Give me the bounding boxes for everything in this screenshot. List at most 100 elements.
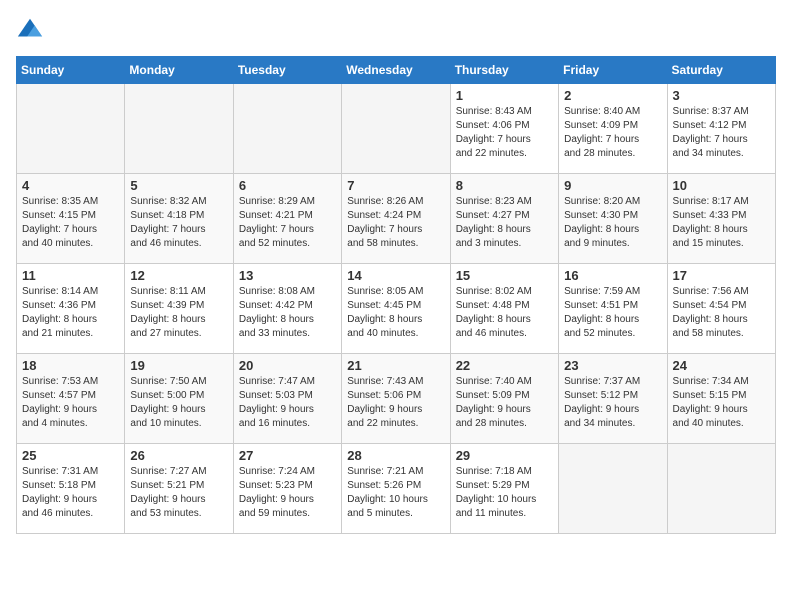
calendar-cell: 15Sunrise: 8:02 AM Sunset: 4:48 PM Dayli… <box>450 264 558 354</box>
day-number: 11 <box>22 268 119 283</box>
day-info: Sunrise: 8:08 AM Sunset: 4:42 PM Dayligh… <box>239 285 336 341</box>
logo-icon <box>16 16 44 44</box>
calendar-cell: 17 Sunrise: 7:56 AM Sunset: 4:54 PM Dayli… <box>667 264 775 354</box>
calendar-cell: 1 Sunrise: 8:43 AM Sunset: 4:06 PM Daylig… <box>450 84 558 174</box>
day-info: Sunrise: 7:21 AM Sunset: 5:26 PM Dayligh… <box>347 465 444 521</box>
calendar-cell <box>125 84 233 174</box>
header-day-saturday: Saturday <box>667 57 775 84</box>
day-info: Sunrise: 7:27 AM Sunset: 5:21 PM Dayligh… <box>130 465 227 521</box>
header-day-sunday: Sunday <box>17 57 125 84</box>
calendar-cell: 13 Sunrise: 8:08 AM Sunset: 4:42 PM Dayli… <box>233 264 341 354</box>
day-number: 1 <box>456 88 553 103</box>
calendar-cell: 23 Sunrise: 7:37 AM Sunset: 5:12 PM Dayli… <box>559 354 667 444</box>
calendar-cell: 25Sunrise: 7:31 AM Sunset: 5:18 PM Dayli… <box>17 444 125 534</box>
calendar-cell: 8 Sunrise: 8:23 AM Sunset: 4:27 PM Daylig… <box>450 174 558 264</box>
calendar-cell: 16 Sunrise: 7:59 AM Sunset: 4:51 PM Dayli… <box>559 264 667 354</box>
day-info: Sunrise: 7:53 AM Sunset: 4:57 PM Dayligh… <box>22 375 119 431</box>
day-info: Sunrise: 7:34 AM Sunset: 5:15 PM Dayligh… <box>673 375 770 431</box>
day-number: 9 <box>564 178 661 193</box>
header-day-tuesday: Tuesday <box>233 57 341 84</box>
day-info: Sunrise: 8:35 AM Sunset: 4:15 PM Dayligh… <box>22 195 119 251</box>
calendar-cell: 10 Sunrise: 8:17 AM Sunset: 4:33 PM Dayli… <box>667 174 775 264</box>
calendar-cell: 21Sunrise: 7:43 AM Sunset: 5:06 PM Dayli… <box>342 354 450 444</box>
day-number: 24 <box>673 358 770 373</box>
day-info: Sunrise: 7:43 AM Sunset: 5:06 PM Dayligh… <box>347 375 444 431</box>
calendar-cell: 28 Sunrise: 7:21 AM Sunset: 5:26 PM Dayli… <box>342 444 450 534</box>
day-number: 22 <box>456 358 553 373</box>
day-info: Sunrise: 7:50 AM Sunset: 5:00 PM Dayligh… <box>130 375 227 431</box>
day-info: Sunrise: 8:17 AM Sunset: 4:33 PM Dayligh… <box>673 195 770 251</box>
day-info: Sunrise: 8:23 AM Sunset: 4:27 PM Dayligh… <box>456 195 553 251</box>
day-number: 3 <box>673 88 770 103</box>
calendar-cell <box>233 84 341 174</box>
day-number: 18 <box>22 358 119 373</box>
day-number: 5 <box>130 178 227 193</box>
week-row-4: 18 Sunrise: 7:53 AM Sunset: 4:57 PM Dayli… <box>17 354 776 444</box>
week-row-1: 1 Sunrise: 8:43 AM Sunset: 4:06 PM Daylig… <box>17 84 776 174</box>
header-row: SundayMondayTuesdayWednesdayThursdayFrid… <box>17 57 776 84</box>
day-info: Sunrise: 7:24 AM Sunset: 5:23 PM Dayligh… <box>239 465 336 521</box>
day-info: Sunrise: 7:18 AM Sunset: 5:29 PM Dayligh… <box>456 465 553 521</box>
calendar-table: SundayMondayTuesdayWednesdayThursdayFrid… <box>16 56 776 534</box>
day-number: 16 <box>564 268 661 283</box>
day-number: 15 <box>456 268 553 283</box>
calendar-cell: 22Sunrise: 7:40 AM Sunset: 5:09 PM Dayli… <box>450 354 558 444</box>
calendar-cell: 14 Sunrise: 8:05 AM Sunset: 4:45 PM Dayli… <box>342 264 450 354</box>
header-day-friday: Friday <box>559 57 667 84</box>
calendar-cell: 27 Sunrise: 7:24 AM Sunset: 5:23 PM Dayli… <box>233 444 341 534</box>
header-day-monday: Monday <box>125 57 233 84</box>
day-info: Sunrise: 8:37 AM Sunset: 4:12 PM Dayligh… <box>673 105 770 161</box>
day-number: 13 <box>239 268 336 283</box>
day-info: Sunrise: 8:43 AM Sunset: 4:06 PM Dayligh… <box>456 105 553 161</box>
day-info: Sunrise: 8:29 AM Sunset: 4:21 PM Dayligh… <box>239 195 336 251</box>
calendar-cell: 18 Sunrise: 7:53 AM Sunset: 4:57 PM Dayli… <box>17 354 125 444</box>
day-number: 26 <box>130 448 227 463</box>
calendar-cell <box>342 84 450 174</box>
day-number: 25 <box>22 448 119 463</box>
calendar-cell: 2Sunrise: 8:40 AM Sunset: 4:09 PM Daylig… <box>559 84 667 174</box>
day-info: Sunrise: 8:05 AM Sunset: 4:45 PM Dayligh… <box>347 285 444 341</box>
calendar-cell <box>17 84 125 174</box>
day-info: Sunrise: 7:56 AM Sunset: 4:54 PM Dayligh… <box>673 285 770 341</box>
calendar-cell: 5 Sunrise: 8:32 AM Sunset: 4:18 PM Daylig… <box>125 174 233 264</box>
calendar-cell: 29 Sunrise: 7:18 AM Sunset: 5:29 PM Dayli… <box>450 444 558 534</box>
logo <box>16 16 48 44</box>
day-number: 29 <box>456 448 553 463</box>
calendar-cell: 3 Sunrise: 8:37 AM Sunset: 4:12 PM Daylig… <box>667 84 775 174</box>
day-info: Sunrise: 8:14 AM Sunset: 4:36 PM Dayligh… <box>22 285 119 341</box>
header-day-wednesday: Wednesday <box>342 57 450 84</box>
day-number: 6 <box>239 178 336 193</box>
calendar-cell: 9Sunrise: 8:20 AM Sunset: 4:30 PM Daylig… <box>559 174 667 264</box>
day-info: Sunrise: 8:32 AM Sunset: 4:18 PM Dayligh… <box>130 195 227 251</box>
day-number: 28 <box>347 448 444 463</box>
calendar-cell: 24 Sunrise: 7:34 AM Sunset: 5:15 PM Dayli… <box>667 354 775 444</box>
day-number: 4 <box>22 178 119 193</box>
calendar-cell: 26 Sunrise: 7:27 AM Sunset: 5:21 PM Dayli… <box>125 444 233 534</box>
day-info: Sunrise: 7:59 AM Sunset: 4:51 PM Dayligh… <box>564 285 661 341</box>
day-number: 17 <box>673 268 770 283</box>
calendar-cell: 6 Sunrise: 8:29 AM Sunset: 4:21 PM Daylig… <box>233 174 341 264</box>
calendar-cell: 20 Sunrise: 7:47 AM Sunset: 5:03 PM Dayli… <box>233 354 341 444</box>
day-info: Sunrise: 8:11 AM Sunset: 4:39 PM Dayligh… <box>130 285 227 341</box>
calendar-cell: 12 Sunrise: 8:11 AM Sunset: 4:39 PM Dayli… <box>125 264 233 354</box>
day-info: Sunrise: 7:47 AM Sunset: 5:03 PM Dayligh… <box>239 375 336 431</box>
week-row-2: 4 Sunrise: 8:35 AM Sunset: 4:15 PM Daylig… <box>17 174 776 264</box>
calendar-cell: 7Sunrise: 8:26 AM Sunset: 4:24 PM Daylig… <box>342 174 450 264</box>
day-number: 10 <box>673 178 770 193</box>
header-day-thursday: Thursday <box>450 57 558 84</box>
day-number: 27 <box>239 448 336 463</box>
week-row-5: 25Sunrise: 7:31 AM Sunset: 5:18 PM Dayli… <box>17 444 776 534</box>
day-info: Sunrise: 8:26 AM Sunset: 4:24 PM Dayligh… <box>347 195 444 251</box>
calendar-cell <box>667 444 775 534</box>
day-number: 12 <box>130 268 227 283</box>
day-number: 20 <box>239 358 336 373</box>
day-number: 23 <box>564 358 661 373</box>
week-row-3: 11 Sunrise: 8:14 AM Sunset: 4:36 PM Dayli… <box>17 264 776 354</box>
day-number: 14 <box>347 268 444 283</box>
day-number: 19 <box>130 358 227 373</box>
calendar-cell: 11 Sunrise: 8:14 AM Sunset: 4:36 PM Dayli… <box>17 264 125 354</box>
day-number: 8 <box>456 178 553 193</box>
day-info: Sunrise: 7:37 AM Sunset: 5:12 PM Dayligh… <box>564 375 661 431</box>
header <box>16 16 776 44</box>
calendar-cell: 19 Sunrise: 7:50 AM Sunset: 5:00 PM Dayli… <box>125 354 233 444</box>
